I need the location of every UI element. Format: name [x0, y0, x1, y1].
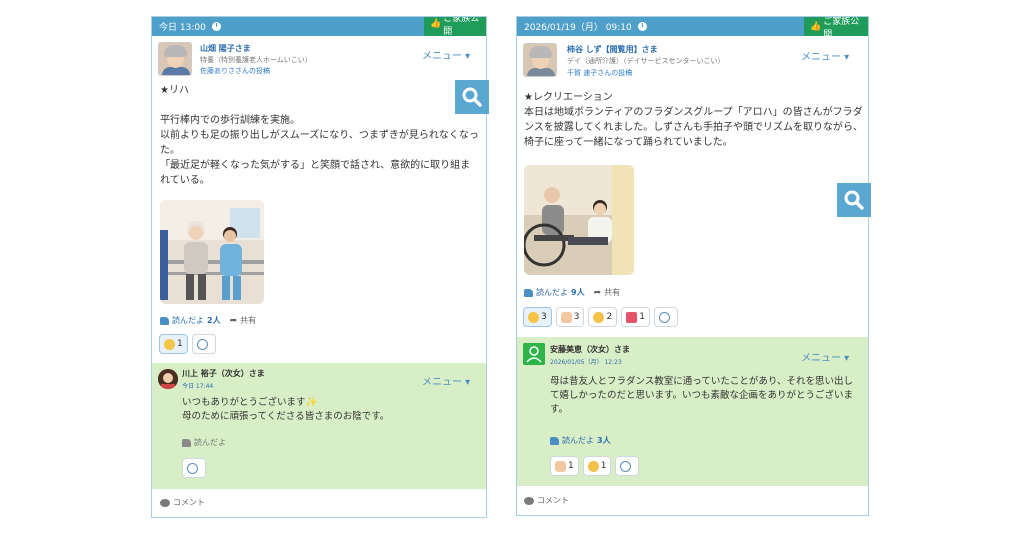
comment-bubble-icon [160, 498, 170, 507]
reaction-button[interactable]: 1 [550, 456, 579, 476]
comment-time: 2026/01/05（月） 12:23 [550, 359, 622, 366]
add-reaction-button[interactable] [653, 307, 678, 327]
comment-author[interactable]: 川上 裕子（次女）さま [182, 368, 265, 379]
comment-button[interactable]: コメント [524, 495, 569, 506]
share-button[interactable]: 共有 [604, 287, 620, 298]
post-text: ★リハ 平行棒内での歩行訓練を実施。 以前よりも足の振り出しがスムーズになり、つ… [160, 85, 479, 186]
posted-by-link[interactable]: 佐藤ありささんの投稿 [200, 66, 270, 76]
post-card: 今日 13:00 👍 ご家族公開 山畑 陽子さま 特養（特別養護老人ホームいこい… [151, 16, 487, 518]
search-icon [844, 190, 864, 210]
comment-menu-button[interactable]: メニュー ▾ [422, 373, 470, 388]
reaction-button[interactable]: 3 [555, 307, 585, 327]
author-name[interactable]: 柿谷 しず【閲覧用】さま [567, 44, 658, 55]
reaction-button[interactable]: 3 [523, 307, 552, 327]
family-public-badge: 👍 ご家族公開 [804, 17, 868, 40]
smile-emoji-icon [164, 338, 175, 350]
add-reaction-icon [658, 311, 670, 323]
thumbs-up-icon [550, 436, 559, 445]
post-text: ★レクリエーション 本日は地域ボランティアのフラダンスグループ「アロハ」の皆さん… [524, 92, 863, 148]
comment-text: いつもありがとうございます✨ 母のために頑張ってくださる皆さまのお陰です。 [182, 397, 390, 422]
comment-avatar[interactable] [523, 343, 545, 365]
clock-icon [637, 22, 647, 31]
family-public-badge: 👍 ご家族公開 [424, 17, 486, 37]
thumbs-up-icon: 👍 [430, 18, 442, 29]
author-facility: デイ（通所介護）（デイサービスセンターいこい） [567, 57, 725, 65]
comment: 安藤美恵（次女）さま 2026/01/05（月） 12:23 メニュー ▾ 母は… [517, 337, 868, 486]
post-menu-button[interactable]: メニュー ▾ [801, 48, 849, 63]
comment-text: 母は昔友人とフラダンス教室に通っていたことがあり、それを思い出して嬉しかったのだ… [550, 376, 854, 415]
comment-bubble-icon [524, 496, 534, 505]
comment-time: 今日 17:44 [182, 383, 214, 390]
reaction-bar: 3 3 2 1 [523, 307, 678, 327]
comment: 川上 裕子（次女）さま 今日 17:44 メニュー ▾ いつもありがとうございま… [152, 363, 486, 489]
post-author: 柿谷 しず【閲覧用】さま デイ（通所介護）（デイサービスセンターいこい） 千賀 … [517, 36, 868, 80]
post-photo[interactable] [524, 165, 634, 275]
post-time: 今日 13:00 [159, 23, 206, 33]
post-card: 2026/01/19（月） 09:10 👍 ご家族公開 柿谷 しず【閲覧用】さま… [516, 16, 869, 516]
thumbs-up-icon: 👍 [810, 21, 822, 32]
heart-eyes-emoji-icon [587, 460, 599, 472]
reads-indicator[interactable]: 読んだよ 2人 ➦ 共有 [160, 315, 256, 326]
comment-menu-button[interactable]: メニュー ▾ [801, 349, 849, 364]
share-arrow-icon: ➦ [593, 287, 602, 298]
add-reaction-icon [620, 460, 632, 472]
reaction-button[interactable]: 1 [621, 307, 650, 327]
post-time: 2026/01/19（月） 09:10 [524, 23, 632, 33]
reaction-bar: 1 [159, 334, 216, 354]
reaction-button[interactable]: 1 [582, 456, 612, 476]
search-icon [462, 87, 482, 107]
posted-by-link[interactable]: 千賀 速子さんの投稿 [567, 68, 632, 78]
author-name[interactable]: 山畑 陽子さま [200, 43, 251, 54]
comment-avatar[interactable] [158, 369, 178, 389]
post-photo[interactable] [160, 200, 264, 304]
comment-reaction-bar [182, 458, 206, 478]
search-button[interactable] [455, 80, 489, 114]
add-reaction-button[interactable] [191, 334, 216, 354]
post-author: 山畑 陽子さま 特養（特別養護老人ホームいこい） 佐藤ありささんの投稿 メニュー… [152, 36, 486, 80]
comment-author[interactable]: 安藤美恵（次女）さま [550, 344, 630, 355]
add-reaction-button[interactable] [182, 458, 206, 478]
comment-reads-indicator[interactable]: 読んだよ 3人 [550, 435, 611, 446]
smile-emoji-icon [528, 311, 539, 323]
reads-indicator[interactable]: 読んだよ 9人 ➦ 共有 [524, 287, 620, 298]
avatar[interactable] [523, 43, 557, 77]
share-arrow-icon: ➦ [229, 315, 238, 326]
thumbs-up-icon [524, 288, 533, 297]
clock-icon [211, 22, 221, 31]
party-popper-emoji-icon [626, 311, 638, 323]
comment-reads-button[interactable]: 読んだよ [182, 437, 226, 448]
author-facility: 特養（特別養護老人ホームいこい） [200, 56, 312, 64]
thumbs-up-emoji-icon [560, 311, 572, 323]
heart-eyes-emoji-icon [593, 311, 605, 323]
search-button[interactable] [837, 183, 871, 217]
add-reaction-icon [196, 338, 208, 350]
reaction-button[interactable]: 2 [588, 307, 618, 327]
post-menu-button[interactable]: メニュー ▾ [422, 47, 470, 62]
thumbs-up-icon [182, 438, 191, 447]
avatar[interactable] [158, 42, 192, 76]
reaction-button[interactable]: 1 [159, 334, 188, 354]
share-button[interactable]: 共有 [240, 315, 256, 326]
add-reaction-icon [187, 462, 198, 474]
add-reaction-button[interactable] [615, 456, 640, 476]
thumbs-up-icon [160, 316, 169, 325]
thumbs-up-emoji-icon [555, 460, 566, 472]
comment-reaction-bar: 1 1 [550, 456, 640, 476]
comment-button[interactable]: コメント [160, 497, 205, 508]
